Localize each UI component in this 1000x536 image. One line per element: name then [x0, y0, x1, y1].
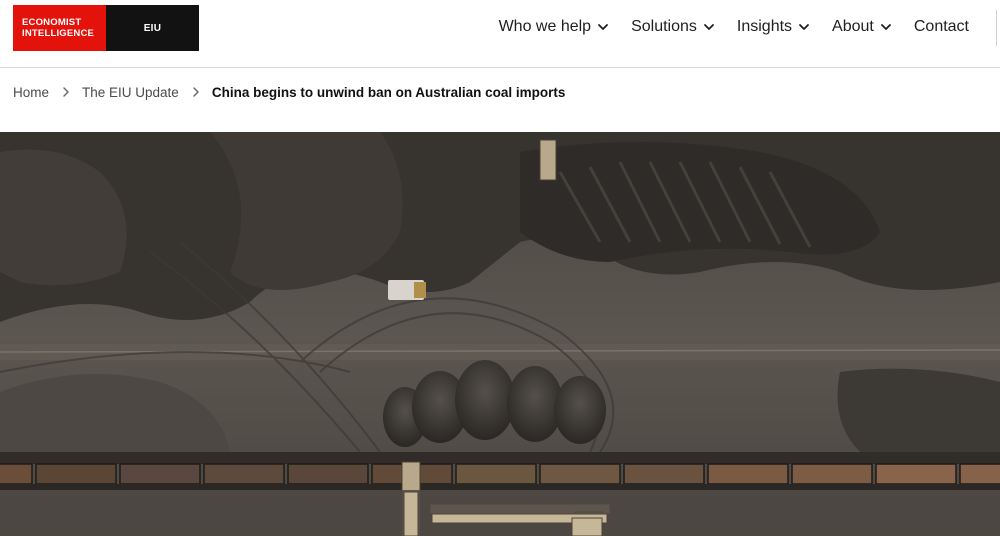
- nav-item-solutions[interactable]: Solutions: [631, 18, 715, 36]
- chevron-right-icon: [193, 87, 199, 97]
- aerial-coal-yard-photo: [0, 132, 1000, 536]
- breadcrumb-section[interactable]: The EIU Update: [82, 85, 179, 100]
- chevron-down-icon: [880, 24, 891, 30]
- chevron-down-icon: [799, 24, 809, 30]
- hero-image: [0, 132, 1000, 536]
- nav-item-insights[interactable]: Insights: [737, 18, 810, 36]
- nav-item-label: About: [832, 18, 874, 35]
- chevron-down-icon: [598, 24, 608, 30]
- nav-item-label: Solutions: [631, 18, 697, 35]
- nav-item-who-we-help[interactable]: Who we help: [499, 18, 610, 36]
- search-toggle-edge[interactable]: [996, 10, 1000, 46]
- main-nav: Who we help Solutions Insights About Con…: [499, 16, 969, 38]
- nav-item-label: Who we help: [498, 18, 592, 35]
- chevron-right-icon: [63, 87, 69, 97]
- breadcrumb: Home The EIU Update China begins to unwi…: [13, 82, 565, 102]
- logo-text-line1: ECONOMIST: [22, 17, 82, 28]
- breadcrumb-current: China begins to unwind ban on Australian…: [211, 84, 566, 100]
- logo-text-short: EIU: [143, 22, 162, 34]
- logo-black-block: EIU: [106, 5, 199, 51]
- breadcrumb-home[interactable]: Home: [13, 85, 49, 100]
- nav-item-label: Contact: [913, 18, 969, 35]
- nav-item-label: Insights: [736, 18, 793, 35]
- site-header: ECONOMIST INTELLIGENCE EIU Who we help S…: [0, 0, 1000, 68]
- eiu-logo[interactable]: ECONOMIST INTELLIGENCE EIU: [13, 5, 199, 51]
- logo-red-block: ECONOMIST INTELLIGENCE: [13, 5, 106, 51]
- logo-text-line2: INTELLIGENCE: [22, 28, 95, 39]
- chevron-down-icon: [704, 24, 714, 30]
- nav-item-contact[interactable]: Contact: [914, 18, 969, 36]
- nav-item-about[interactable]: About: [832, 18, 892, 36]
